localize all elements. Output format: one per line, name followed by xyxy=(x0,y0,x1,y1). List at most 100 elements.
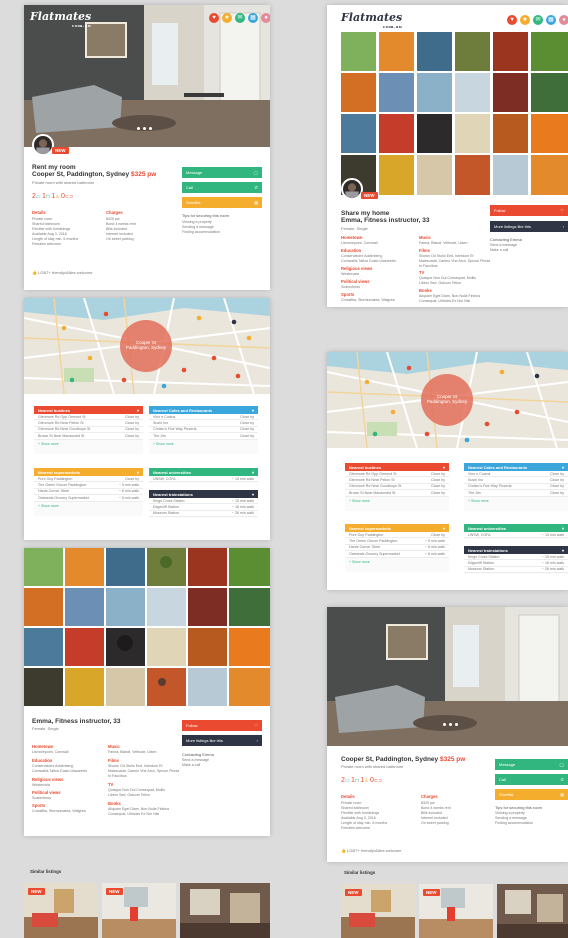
avatar[interactable] xyxy=(341,178,363,200)
religious-title: Religious views xyxy=(341,266,373,271)
place-name: Glenmore Rd Near Pelion St xyxy=(38,421,84,426)
place-name: UNSW, COFA xyxy=(153,476,176,481)
place-distance: Close by xyxy=(125,421,139,426)
education-title: Education xyxy=(32,758,53,763)
welcome-text: LGBT+ friendly/Allies welcome xyxy=(347,848,402,853)
place-distance: Close by xyxy=(125,476,139,481)
religious-lines: Westerosia xyxy=(32,783,50,787)
carousel-dots[interactable] xyxy=(137,127,152,130)
call-button[interactable]: Call ✆ xyxy=(495,774,568,785)
place-distance: Close by xyxy=(550,484,564,489)
chat-icon[interactable]: ✉ xyxy=(533,15,543,25)
place-distance: ~ 5 min walk xyxy=(118,483,139,488)
call-button[interactable]: Call ✆ xyxy=(182,182,262,193)
profile-icon[interactable]: ● xyxy=(261,13,270,23)
political-title: Political views xyxy=(32,790,61,795)
calendar-icon[interactable]: ▦ xyxy=(248,13,258,23)
place-name: Harris Corner Store xyxy=(38,489,70,494)
heart-icon[interactable]: ♥ xyxy=(209,13,219,23)
place-distance: Close by xyxy=(240,433,254,438)
welcome-note: 👍 LGBT+ friendly/Allies welcome xyxy=(341,848,401,853)
chat-icon[interactable]: ✉ xyxy=(235,13,245,23)
flatmates-logo[interactable]: Flatmates com.au xyxy=(341,11,402,29)
place-distance: ~ 15 min walk xyxy=(541,554,564,559)
star-icon[interactable]: ★ xyxy=(222,13,232,23)
supermarkets-header[interactable]: Nearest supermarkets ▾ xyxy=(34,468,143,476)
show-more-link[interactable]: + Show more xyxy=(345,558,449,566)
new-badge: NEW xyxy=(28,888,45,895)
supermarkets-title: Nearest supermarkets xyxy=(38,469,81,475)
details-title: Details xyxy=(341,794,355,799)
heart-icon[interactable]: ♥ xyxy=(507,15,517,25)
buslines-header[interactable]: Nearest buslines ▾ xyxy=(34,406,143,414)
follow-button[interactable]: Follow ♡ xyxy=(182,720,262,731)
heart-outline-icon: ♡ xyxy=(560,208,564,213)
books-lines: Aliquam Eget Diam, Non Nulla Finibus Con… xyxy=(108,807,170,816)
more-listings-button[interactable]: More listings like this › xyxy=(490,221,568,232)
place-name: Glenmore Rd Near Goodhope St xyxy=(38,427,91,432)
shortlist-button[interactable]: Shortlist ▦ xyxy=(182,197,262,208)
shortlist-label: Shortlist xyxy=(499,792,514,797)
place-distance: Close by xyxy=(125,427,139,432)
message-button[interactable]: Message ◯ xyxy=(182,167,262,178)
similar-listing-photo[interactable] xyxy=(180,883,270,938)
cafes-header[interactable]: Nearest Cafes and Restaurants ▾ xyxy=(464,463,568,471)
show-more-link[interactable]: + Show more xyxy=(34,502,143,510)
show-more-link[interactable]: + Show more xyxy=(34,440,143,448)
place-name: Christo's Five Way Pizzeria xyxy=(468,484,512,489)
carousel-dots[interactable] xyxy=(443,723,458,726)
show-more-link[interactable]: + Show more xyxy=(149,440,258,448)
listing-card: Flatmates com.au ♥ ★ ✉ ▦ ● NEW Rent my ro… xyxy=(24,5,270,290)
cafes-header[interactable]: Nearest Cafes and Restaurants ▾ xyxy=(149,406,258,414)
books-lines: Aliquam Eget Diam, Non Nulla Finibus Con… xyxy=(419,294,481,303)
buslines-title: Nearest buslines xyxy=(349,464,382,470)
message-label: Message xyxy=(186,170,203,175)
show-more-link[interactable]: + Show more xyxy=(464,497,568,505)
place-name: Brown St Near Macdonald St xyxy=(38,433,85,438)
heart-outline-icon: ♡ xyxy=(254,723,258,728)
list-item: Museum Station ~ 26 min walk xyxy=(149,510,258,518)
follow-button[interactable]: Follow ♡ xyxy=(490,205,568,216)
universities-header[interactable]: Nearest universities ▾ xyxy=(464,524,568,532)
photo-grid xyxy=(24,548,270,706)
place-distance: Close by xyxy=(240,414,254,419)
place-name: Edgecliff Station xyxy=(153,505,179,510)
star-icon[interactable]: ★ xyxy=(520,15,530,25)
universities-header[interactable]: Nearest universities ▾ xyxy=(149,468,258,476)
buslines-title: Nearest buslines xyxy=(38,407,71,413)
profile-icon[interactable]: ● xyxy=(559,15,568,25)
supermarkets-header[interactable]: Nearest supermarkets ▾ xyxy=(345,524,449,532)
universities-title: Nearest universities xyxy=(153,469,192,475)
place-name: Glenmore Rd Opp Ormond St xyxy=(38,414,86,419)
place-name: The Jim xyxy=(153,433,166,438)
similar-listing-photo[interactable] xyxy=(497,884,568,938)
listing-heading: Rent my room xyxy=(32,164,76,171)
contact-title: Contacting Emma xyxy=(490,237,522,242)
call-label: Call xyxy=(186,185,193,190)
place-name: Glenmore Rd Opp Ormond St xyxy=(349,471,397,476)
trainstations-box: Nearest trainstations ▾ Kings Cross Stati… xyxy=(464,546,568,574)
call-label: Call xyxy=(499,777,506,782)
trainstations-header[interactable]: Nearest trainstations ▾ xyxy=(464,546,568,554)
photo-thumbnail xyxy=(341,32,568,195)
tv-title: TV xyxy=(419,270,425,275)
music-title: Music xyxy=(108,744,120,749)
trainstations-title: Nearest trainstations xyxy=(468,547,508,553)
phone-icon: ✆ xyxy=(254,185,258,190)
films-lines: Shown Od Stullo Eed, Isterdum Et Malesua… xyxy=(108,764,180,778)
chevron-down-icon: ▾ xyxy=(251,469,254,475)
universities-box: Nearest universities ▾ UNSW, COFA ~ 15 min… xyxy=(149,468,258,483)
chevron-right-icon: › xyxy=(562,224,564,229)
calendar-icon[interactable]: ▦ xyxy=(546,15,556,25)
flatmates-logo[interactable]: Flatmates com.au xyxy=(30,10,91,28)
avatar[interactable] xyxy=(32,134,54,156)
message-button[interactable]: Message ◯ xyxy=(495,759,568,770)
shortlist-button[interactable]: Shortlist ▦ xyxy=(495,789,568,800)
buslines-header[interactable]: Nearest buslines ▾ xyxy=(345,463,449,471)
calendar-small-icon: ▦ xyxy=(254,200,258,205)
trainstations-header[interactable]: Nearest trainstations ▾ xyxy=(149,490,258,498)
show-more-link[interactable]: + Show more xyxy=(345,497,449,505)
place-name: Pure Guy Paddington xyxy=(38,476,73,481)
more-listings-button[interactable]: More listings like this › xyxy=(182,735,262,746)
logo-subtext: com.au xyxy=(72,23,92,28)
